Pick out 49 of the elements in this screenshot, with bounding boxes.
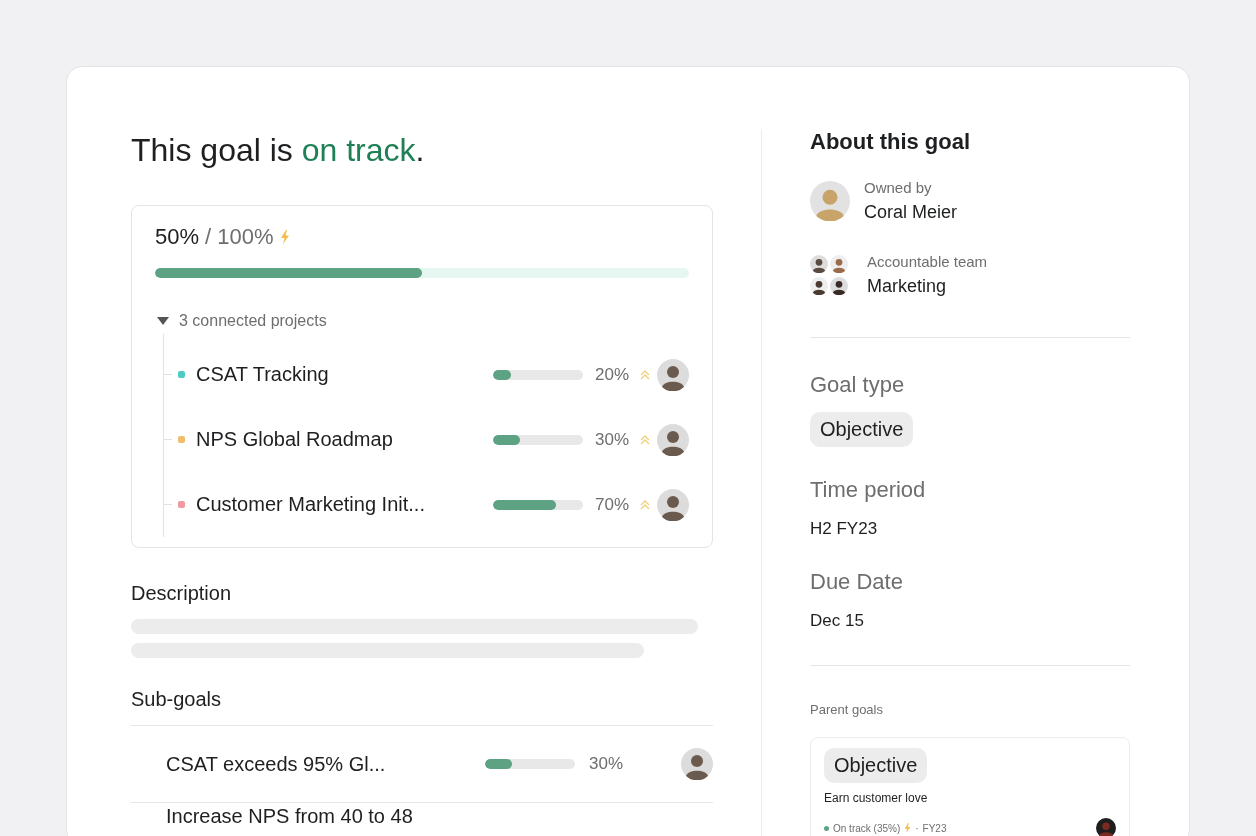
double-chevron-up-icon bbox=[639, 498, 651, 511]
progress-percent: 20% bbox=[593, 364, 630, 385]
project-name[interactable]: NPS Global Roadmap bbox=[185, 428, 493, 451]
project-name[interactable]: CSAT Tracking bbox=[185, 363, 493, 386]
field-label: Due Date bbox=[810, 569, 904, 595]
goal-type-tag: Objective bbox=[810, 412, 914, 447]
double-chevron-up-icon bbox=[639, 433, 651, 446]
progress-percent: 70% bbox=[593, 494, 630, 515]
avatar bbox=[657, 488, 689, 521]
progress-percent: 30% bbox=[587, 754, 623, 774]
lightning-icon bbox=[279, 230, 290, 244]
section-title: Sub-goals bbox=[131, 688, 223, 711]
parent-goal-title: Earn customer love bbox=[824, 791, 929, 805]
lightning-icon bbox=[904, 823, 912, 833]
team-name: Marketing bbox=[867, 276, 948, 297]
period-text: FY23 bbox=[922, 822, 947, 834]
avatar bbox=[810, 255, 828, 273]
avatar bbox=[830, 277, 848, 295]
project-name[interactable]: Customer Marketing Init... bbox=[185, 493, 493, 516]
avatar bbox=[830, 255, 848, 273]
avatar bbox=[657, 423, 689, 456]
panel-title: About this goal bbox=[810, 129, 972, 155]
section-title: Description bbox=[131, 582, 233, 605]
avatar bbox=[681, 748, 713, 780]
avatar bbox=[810, 277, 828, 295]
progress-total: / 100% bbox=[205, 224, 274, 250]
sub-goal-name[interactable]: Increase NPS from 40 to 48 bbox=[166, 805, 485, 827]
caret-icon bbox=[157, 317, 169, 325]
owner-name: Coral Meier bbox=[864, 202, 958, 223]
goal-type-tag: Objective bbox=[824, 748, 928, 783]
progress-percent: 30% bbox=[593, 429, 630, 450]
progress-value: 50% bbox=[155, 224, 200, 250]
goal-status-heading: This goal is on track. bbox=[131, 131, 426, 169]
avatar bbox=[810, 181, 850, 221]
status-text: On track (35%) bbox=[833, 822, 901, 834]
owner-label: Owned by bbox=[864, 179, 933, 196]
connected-projects-toggle[interactable]: 3 connected projects bbox=[155, 312, 327, 330]
parent-goal-card[interactable]: Objective Earn customer love On track (35%) · FY23 bbox=[810, 737, 1130, 836]
field-value: H2 FY23 bbox=[810, 519, 879, 539]
double-chevron-up-icon bbox=[639, 368, 651, 381]
separator: · bbox=[915, 822, 919, 834]
sub-goal-name[interactable]: CSAT exceeds 95% Gl... bbox=[166, 752, 485, 776]
avatar bbox=[1096, 818, 1116, 836]
field-label: Time period bbox=[810, 477, 927, 503]
avatar bbox=[657, 358, 689, 391]
field-value: Dec 15 bbox=[810, 611, 865, 631]
field-label: Goal type bbox=[810, 372, 906, 398]
parent-goals-label: Parent goals bbox=[810, 702, 884, 717]
team-label: Accountable team bbox=[867, 253, 988, 270]
